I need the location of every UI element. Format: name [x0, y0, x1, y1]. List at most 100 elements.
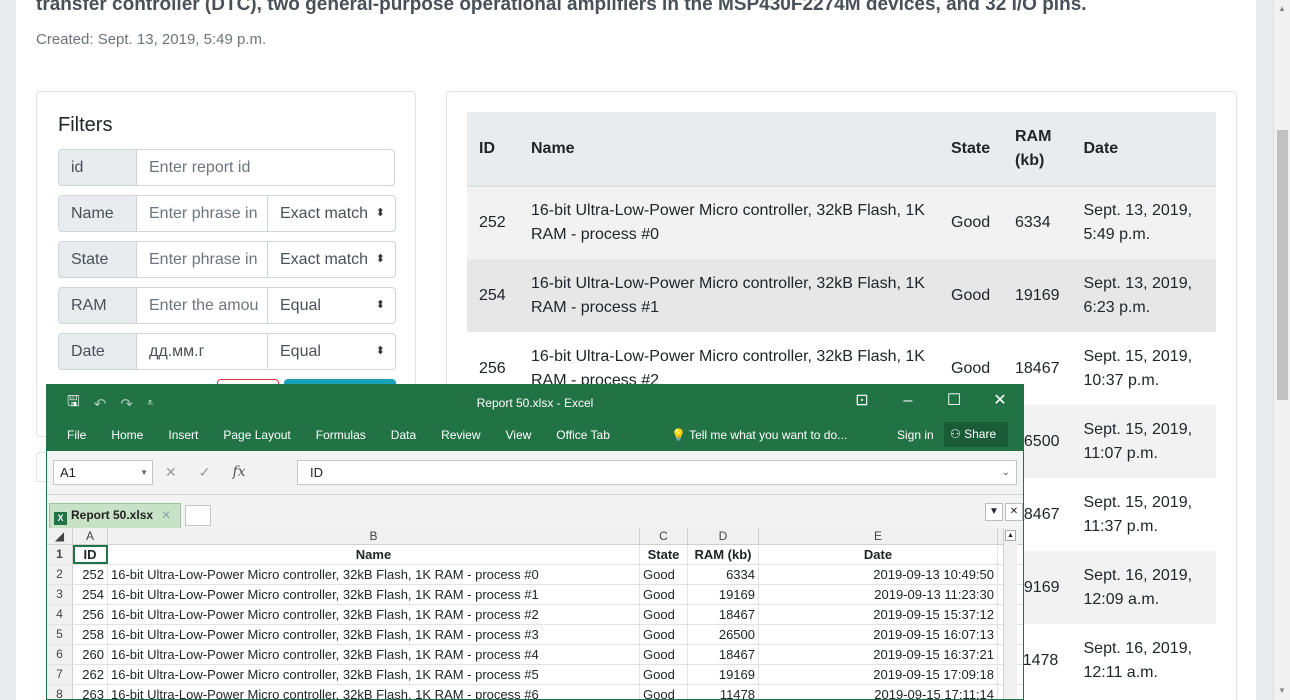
cell[interactable]: 263 [73, 685, 108, 699]
cell[interactable]: 2019-09-13 11:23:30 [759, 585, 998, 604]
cell[interactable]: State [640, 545, 688, 564]
tell-me-box[interactable]: 💡 Tell me what you want to do... [671, 428, 847, 442]
tab-home[interactable]: Home [111, 428, 143, 442]
page-scrollbar[interactable]: ▲ ▼ [1273, 0, 1290, 700]
cell[interactable]: 262 [73, 665, 108, 684]
tab-formulas[interactable]: Formulas [316, 428, 366, 442]
filter-state-input[interactable]: Enter phrase in [137, 241, 268, 278]
cell[interactable]: RAM (kb) [688, 545, 759, 564]
ribbon-display-icon[interactable]: ⊡ [839, 385, 885, 418]
cell[interactable]: Good [640, 605, 688, 624]
col-ram-header[interactable]: RAM (kb) [1003, 112, 1072, 187]
tab-office-tab[interactable]: Office Tab [556, 428, 610, 442]
cell[interactable]: Date [759, 545, 998, 564]
cancel-icon[interactable]: ✕ [165, 464, 177, 481]
cell[interactable]: 16-bit Ultra-Low-Power Micro controller,… [108, 625, 640, 644]
scroll-up-icon[interactable]: ▲ [1278, 4, 1286, 13]
cell[interactable]: 11478 [688, 685, 759, 699]
cell[interactable]: Good [640, 625, 688, 644]
cell[interactable]: Good [640, 565, 688, 584]
cell[interactable]: 18467 [688, 645, 759, 664]
col-header-c[interactable]: C [640, 528, 688, 544]
col-header-e[interactable]: E [759, 528, 998, 544]
row-number[interactable]: 5 [47, 625, 73, 644]
cell[interactable]: Name [108, 545, 640, 564]
cell[interactable]: 2019-09-15 17:09:18 [759, 665, 998, 684]
cell[interactable]: Good [640, 665, 688, 684]
sign-in-link[interactable]: Sign in [897, 428, 934, 442]
filter-ram-input[interactable]: Enter the amou [137, 287, 268, 324]
filter-name-select[interactable]: Exact match ⬍ [268, 195, 396, 232]
workbook-tab[interactable]: X Report 50.xlsx ✕ [49, 503, 181, 528]
row-number[interactable]: 6 [47, 645, 73, 664]
col-name-header[interactable]: Name [519, 112, 939, 187]
enter-icon[interactable]: ✓ [199, 464, 211, 481]
chevron-down-icon[interactable]: ▼ [140, 461, 148, 484]
col-header-a[interactable]: A [73, 528, 108, 544]
cell[interactable]: 26500 [688, 625, 759, 644]
row-number[interactable]: 8 [47, 685, 73, 699]
cell[interactable]: 2019-09-15 16:37:21 [759, 645, 998, 664]
sheet-scrollbar[interactable]: ▲ [1003, 528, 1017, 699]
tab-data[interactable]: Data [391, 428, 416, 442]
filter-date-select[interactable]: Equal ⬍ [268, 333, 396, 370]
col-header-d[interactable]: D [688, 528, 759, 544]
row-number[interactable]: 4 [47, 605, 73, 624]
close-tab-icon[interactable]: ✕ [161, 508, 171, 522]
share-button[interactable]: ⚇ Share [944, 422, 1008, 447]
scroll-up-icon[interactable]: ▲ [1005, 530, 1016, 541]
name-box[interactable]: A1 ▼ [53, 460, 153, 485]
cell[interactable]: 18467 [688, 605, 759, 624]
cell[interactable]: 254 [73, 585, 108, 604]
tab-list-icon[interactable]: ▼ [985, 503, 1003, 521]
close-icon[interactable]: ✕ [977, 385, 1023, 418]
tab-file[interactable]: File [67, 428, 86, 442]
cell[interactable]: 2019-09-13 10:49:50 [759, 565, 998, 584]
row-number[interactable]: 2 [47, 565, 73, 584]
tab-view[interactable]: View [506, 428, 532, 442]
formula-input[interactable]: ID ⌄ [297, 460, 1017, 485]
select-all-corner[interactable]: ◢ [47, 528, 73, 544]
maximize-icon[interactable]: ☐ [931, 385, 977, 418]
insert-function-icon[interactable]: fx [232, 464, 245, 481]
cell[interactable]: 258 [73, 625, 108, 644]
cell[interactable]: 16-bit Ultra-Low-Power Micro controller,… [108, 645, 640, 664]
tab-review[interactable]: Review [441, 428, 480, 442]
filter-id-input[interactable]: Enter report id [137, 149, 395, 186]
cell[interactable]: ID [73, 545, 108, 564]
cell[interactable]: 256 [73, 605, 108, 624]
col-state-header[interactable]: State [939, 112, 1003, 187]
tab-page-layout[interactable]: Page Layout [223, 428, 290, 442]
filter-date-input[interactable]: дд.мм.г [137, 333, 268, 370]
cell[interactable]: 2019-09-15 15:37:12 [759, 605, 998, 624]
table-row[interactable]: 254 16-bit Ultra-Low-Power Micro control… [467, 259, 1216, 332]
cell[interactable]: 252 [73, 565, 108, 584]
cell[interactable]: 16-bit Ultra-Low-Power Micro controller,… [108, 685, 640, 699]
cell[interactable]: 16-bit Ultra-Low-Power Micro controller,… [108, 665, 640, 684]
cell[interactable]: 16-bit Ultra-Low-Power Micro controller,… [108, 605, 640, 624]
cell[interactable]: Good [640, 585, 688, 604]
cell[interactable]: 6334 [688, 565, 759, 584]
row-number[interactable]: 1 [47, 545, 73, 564]
cell[interactable]: 260 [73, 645, 108, 664]
cell[interactable]: 2019-09-15 17:11:14 [759, 685, 998, 699]
cell[interactable]: Good [640, 645, 688, 664]
row-number[interactable]: 3 [47, 585, 73, 604]
minimize-icon[interactable]: – [885, 385, 931, 418]
tab-insert[interactable]: Insert [168, 428, 198, 442]
filter-name-input[interactable]: Enter phrase in [137, 195, 268, 232]
cell[interactable]: 19169 [688, 665, 759, 684]
filter-state-select[interactable]: Exact match ⬍ [268, 241, 396, 278]
cell[interactable]: Good [640, 685, 688, 699]
row-number[interactable]: 7 [47, 665, 73, 684]
cell[interactable]: 16-bit Ultra-Low-Power Micro controller,… [108, 565, 640, 584]
expand-formula-icon[interactable]: ⌄ [1002, 461, 1010, 484]
filter-ram-select[interactable]: Equal ⬍ [268, 287, 396, 324]
scroll-down-icon[interactable]: ▼ [1278, 686, 1286, 695]
scrollbar-thumb[interactable] [1277, 130, 1288, 400]
cell[interactable]: 16-bit Ultra-Low-Power Micro controller,… [108, 585, 640, 604]
col-date-header[interactable]: Date [1071, 112, 1216, 187]
new-tab-button[interactable] [185, 505, 211, 526]
col-id-header[interactable]: ID [467, 112, 519, 187]
col-header-b[interactable]: B [108, 528, 640, 544]
